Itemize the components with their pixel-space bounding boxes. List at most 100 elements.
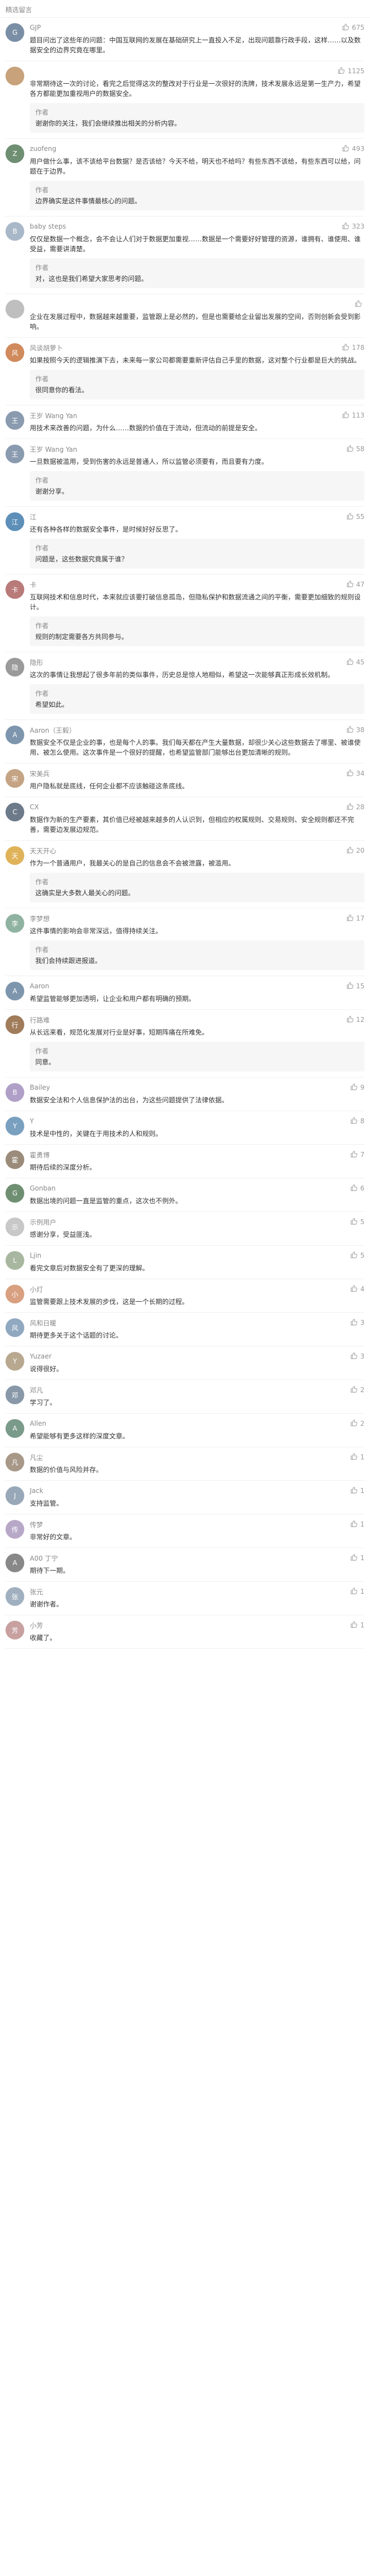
avatar[interactable]: A xyxy=(6,1554,24,1572)
comment-body: 小芳 1 收藏了。 xyxy=(30,1621,364,1643)
avatar[interactable]: 李 xyxy=(6,914,24,933)
avatar[interactable]: 张 xyxy=(6,1587,24,1606)
like-button[interactable] xyxy=(355,300,364,309)
avatar[interactable]: A xyxy=(6,982,24,1000)
like-button[interactable]: 5 xyxy=(350,1251,364,1260)
commenter-name: 示例用户 xyxy=(30,1218,57,1226)
avatar[interactable]: 天 xyxy=(6,846,24,865)
comment-item: 霍霍勇博 7 期待后续的深度分析。 xyxy=(6,1145,364,1178)
like-button[interactable]: 5 xyxy=(350,1217,364,1227)
avatar[interactable]: A xyxy=(6,726,24,744)
avatar[interactable]: Y xyxy=(6,1352,24,1371)
avatar[interactable]: C xyxy=(6,803,24,821)
like-button[interactable]: 493 xyxy=(342,144,364,154)
reply-text: 边界确实是这件事情最核心的问题。 xyxy=(35,197,142,205)
avatar[interactable]: 小 xyxy=(6,1285,24,1303)
avatar[interactable]: 王 xyxy=(6,445,24,463)
like-button[interactable]: 1 xyxy=(350,1453,364,1462)
like-button[interactable]: 38 xyxy=(346,726,364,735)
avatar[interactable]: L xyxy=(6,1251,24,1270)
like-button[interactable]: 28 xyxy=(346,803,364,812)
avatar[interactable]: 王 xyxy=(6,411,24,430)
like-button[interactable]: 55 xyxy=(346,512,364,522)
avatar[interactable]: 风 xyxy=(6,343,24,362)
like-button[interactable]: 1 xyxy=(350,1554,364,1563)
like-button[interactable]: 6 xyxy=(350,1184,364,1193)
like-button[interactable]: 323 xyxy=(342,222,364,231)
like-button[interactable]: 1125 xyxy=(337,67,364,76)
avatar[interactable]: 卡 xyxy=(6,580,24,599)
comment-meta: 天天开心 20 xyxy=(30,846,364,855)
comment-meta: 王岁 Wang Yan 58 xyxy=(30,445,364,453)
avatar[interactable]: 隐 xyxy=(6,658,24,677)
like-button[interactable]: 45 xyxy=(346,658,364,667)
like-button[interactable]: 47 xyxy=(346,580,364,589)
like-button[interactable]: 675 xyxy=(342,23,364,33)
comment-text: 从长远来看，规范化发展对行业是好事，短期阵痛在所难免。 xyxy=(30,1029,209,1036)
commenter-name: 行路难 xyxy=(30,1016,50,1024)
avatar[interactable]: 霍 xyxy=(6,1150,24,1169)
like-button[interactable]: 1 xyxy=(350,1520,364,1529)
like-button[interactable]: 34 xyxy=(346,769,364,778)
comment-text: 学习了。 xyxy=(30,1399,57,1406)
comment-text: 感谢分享，受益匪浅。 xyxy=(30,1231,96,1238)
comment-meta: 风谈胡萝卜 178 xyxy=(30,343,364,352)
like-button[interactable]: 113 xyxy=(342,411,364,420)
commenter-name: 隐形 xyxy=(30,658,44,667)
like-button[interactable]: 58 xyxy=(346,445,364,454)
like-button[interactable]: 17 xyxy=(346,914,364,923)
comment-body: Ljin 5 看完文章后对数据安全有了更深的理解。 xyxy=(30,1251,364,1273)
avatar[interactable]: B xyxy=(6,1083,24,1102)
avatar[interactable]: 传 xyxy=(6,1520,24,1539)
like-button[interactable]: 1 xyxy=(350,1621,364,1630)
like-button[interactable]: 178 xyxy=(342,343,364,353)
thumbs-up-icon xyxy=(350,1251,360,1260)
avatar[interactable]: Y xyxy=(6,1117,24,1135)
avatar[interactable]: A xyxy=(6,1419,24,1438)
comment-meta: 行路难 12 xyxy=(30,1015,364,1024)
avatar[interactable]: G xyxy=(6,1184,24,1203)
thumbs-up-icon xyxy=(350,1117,360,1126)
like-button[interactable]: 4 xyxy=(350,1285,364,1294)
avatar[interactable] xyxy=(6,300,24,318)
comment-body: 李梦想 17 这件事情的影响会非常深远，值得持续关注。 作者 我们会持续跟进报道。 xyxy=(30,914,364,970)
like-button[interactable]: 8 xyxy=(350,1117,364,1126)
comment-item: 隐隐形 45 这次的事情让我想起了很多年前的类似事件，历史总是惊人地相似，希望这一次… xyxy=(6,652,364,720)
avatar[interactable]: B xyxy=(6,222,24,241)
like-button[interactable]: 3 xyxy=(350,1352,364,1361)
comment-meta: Ljin 5 xyxy=(30,1251,364,1260)
commenter-name: 王岁 Wang Yan xyxy=(30,412,77,420)
like-button[interactable]: 15 xyxy=(346,982,364,991)
avatar[interactable]: G xyxy=(6,23,24,42)
like-count: 1125 xyxy=(347,67,364,75)
avatar[interactable]: 江 xyxy=(6,512,24,531)
like-button[interactable]: 1 xyxy=(350,1486,364,1496)
reply-author: 作者 xyxy=(35,186,49,194)
comment-item: 王王岁 Wang Yan 58 一旦数据被滥用，受到伤害的永远是普通人，所以监管必须… xyxy=(6,439,364,507)
avatar[interactable]: 邓 xyxy=(6,1386,24,1404)
reply-text: 同意。 xyxy=(35,1058,56,1066)
avatar[interactable]: 芳 xyxy=(6,1621,24,1639)
like-button[interactable]: 12 xyxy=(346,1015,364,1025)
section-title: 精选留言 xyxy=(0,0,370,18)
avatar[interactable]: 风 xyxy=(6,1318,24,1337)
reply-author: 作者 xyxy=(35,1047,49,1055)
comment-item: 天天天开心 20 作为一个普通用户，我最关心的是自己的信息会不会被泄露，被滥用。 作者… xyxy=(6,841,364,908)
like-button[interactable]: 2 xyxy=(350,1386,364,1395)
avatar[interactable]: J xyxy=(6,1486,24,1505)
avatar[interactable]: 宋 xyxy=(6,769,24,788)
like-button[interactable]: 2 xyxy=(350,1419,364,1428)
avatar[interactable] xyxy=(6,67,24,85)
like-button[interactable]: 7 xyxy=(350,1150,364,1160)
author-reply: 作者 我们会持续跟进报道。 xyxy=(30,940,364,970)
comment-body: 企业在发展过程中，数据越来越重要，监管跟上是必然的，但是也需要给企业留出发展的空… xyxy=(30,300,364,332)
avatar[interactable]: 示 xyxy=(6,1217,24,1236)
avatar[interactable]: 凡 xyxy=(6,1453,24,1471)
thumbs-up-icon xyxy=(350,1150,360,1160)
like-button[interactable]: 9 xyxy=(350,1083,364,1092)
like-button[interactable]: 1 xyxy=(350,1587,364,1597)
avatar[interactable]: 行 xyxy=(6,1015,24,1034)
like-button[interactable]: 3 xyxy=(350,1318,364,1328)
like-button[interactable]: 20 xyxy=(346,846,364,856)
avatar[interactable]: Z xyxy=(6,144,24,163)
